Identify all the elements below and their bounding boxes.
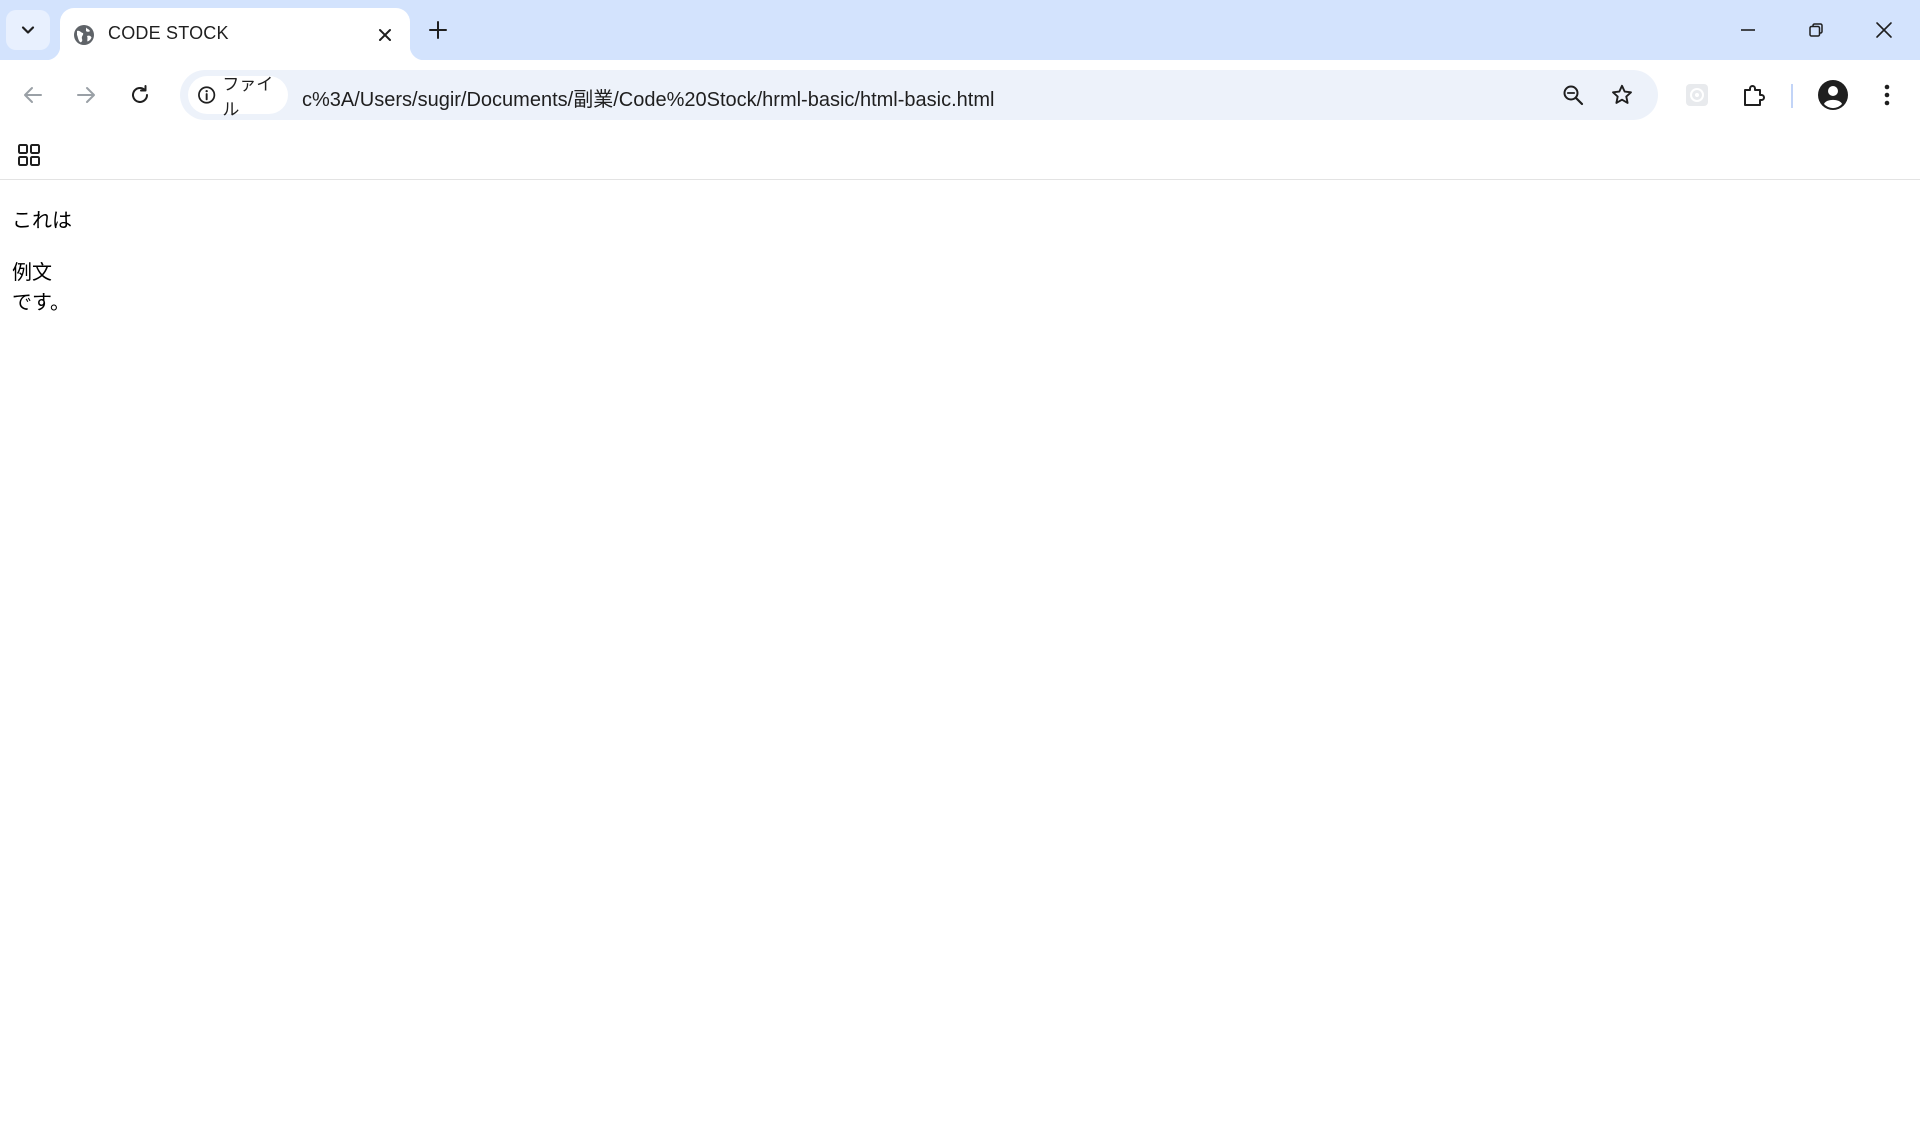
apps-grid-icon <box>18 144 40 166</box>
extension-app-icon <box>1686 84 1708 106</box>
chevron-down-icon <box>21 26 35 34</box>
site-info-label: ファイル <box>222 75 274 120</box>
close-icon <box>379 29 391 41</box>
apps-button[interactable] <box>10 138 48 172</box>
puzzle-icon <box>1744 85 1765 106</box>
restore-button[interactable] <box>1782 0 1850 60</box>
page-content: これは 例文 です。 <box>0 181 1920 1128</box>
plus-icon <box>429 21 447 39</box>
globe-icon <box>74 25 94 45</box>
toolbar: ファイル c%3A/Users/sugir/Documents/副業/Code%… <box>0 60 1920 130</box>
new-tab-button[interactable] <box>420 12 456 48</box>
close-window-button[interactable] <box>1850 0 1918 60</box>
tab-strip: CODE STOCK <box>0 0 1920 60</box>
tab-close-button[interactable] <box>372 22 398 48</box>
extension-button[interactable] <box>1676 74 1718 116</box>
zoom-button[interactable] <box>1556 78 1590 112</box>
paragraph-2-line-1: 例文 <box>12 260 52 284</box>
minimize-icon <box>1741 29 1755 31</box>
restore-icon <box>1809 23 1823 37</box>
url-text[interactable]: c%3A/Users/sugir/Documents/副業/Code%20Sto… <box>302 83 994 112</box>
paragraph-1: これは <box>12 208 72 232</box>
bookmark-star-button[interactable] <box>1605 78 1639 112</box>
tab-code-stock[interactable]: CODE STOCK <box>46 8 424 60</box>
menu-button[interactable] <box>1866 74 1908 116</box>
tab-title: CODE STOCK <box>108 23 229 43</box>
tab-search-button[interactable] <box>6 10 50 50</box>
site-info-chip[interactable]: ファイル <box>188 75 288 120</box>
profile-button[interactable] <box>1812 74 1854 116</box>
minimize-button[interactable] <box>1714 0 1782 60</box>
more-vert-icon <box>1884 84 1890 106</box>
back-button[interactable] <box>12 74 54 116</box>
forward-button[interactable] <box>65 74 107 116</box>
address-bar[interactable]: ファイル c%3A/Users/sugir/Documents/副業/Code%… <box>180 70 1658 120</box>
zoom-out-icon <box>1563 85 1584 106</box>
star-icon <box>1612 84 1632 104</box>
reload-icon <box>132 85 148 103</box>
extensions-menu-button[interactable] <box>1732 74 1774 116</box>
arrow-left-icon <box>24 87 42 103</box>
arrow-right-icon <box>77 87 95 103</box>
paragraph-2: 例文 です。 <box>12 257 1908 317</box>
reload-button[interactable] <box>119 74 161 116</box>
bookmarks-bar <box>0 130 1920 180</box>
toolbar-divider <box>1791 84 1793 108</box>
info-icon <box>198 86 216 104</box>
avatar-icon <box>1818 80 1848 110</box>
close-icon <box>1876 22 1892 38</box>
paragraph-2-line-2: です。 <box>12 290 70 314</box>
browser-window: CODE STOCK ファイル c%3A/Users/sugir/Documen… <box>0 0 1920 1128</box>
